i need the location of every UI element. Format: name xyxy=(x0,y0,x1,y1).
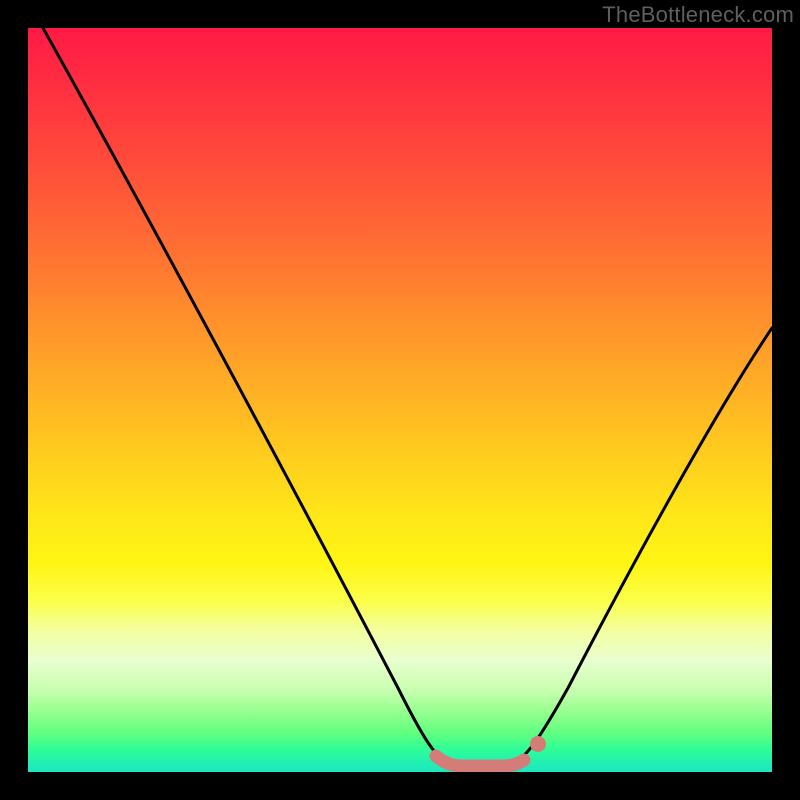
flat-segment-end-dot xyxy=(530,736,546,752)
flat-segment-highlight xyxy=(436,756,524,766)
chart-frame: TheBottleneck.com xyxy=(0,0,800,800)
watermark-text: TheBottleneck.com xyxy=(602,2,794,28)
chart-curve-layer xyxy=(28,28,772,772)
bottleneck-curve xyxy=(43,28,772,763)
